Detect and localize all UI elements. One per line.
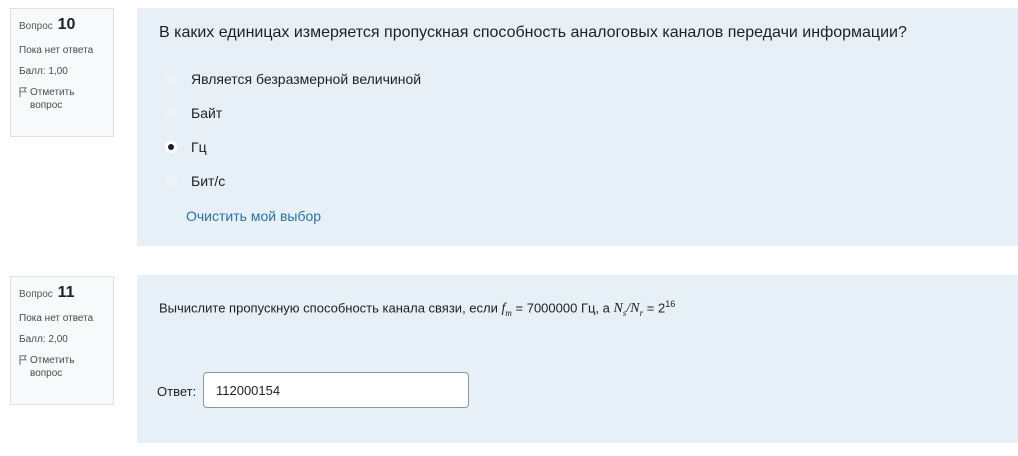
question-number: 10 <box>57 16 76 33</box>
radio-button[interactable] <box>165 175 177 187</box>
n2-symbol: N <box>630 301 640 317</box>
question-status: Пока нет ответа <box>19 312 94 324</box>
answer-option[interactable]: Бит/с <box>165 173 225 189</box>
formula-f: fm <box>502 301 512 319</box>
question-text: В каких единицах измеряется пропускная с… <box>159 24 907 41</box>
question-score: Балл: 2,00 <box>19 333 68 345</box>
option-label: Гц <box>191 139 207 155</box>
question-label: Вопрос <box>19 289 53 300</box>
flag-icon <box>19 355 27 365</box>
option-label: Бит/с <box>191 173 226 189</box>
radio-button[interactable] <box>165 107 177 119</box>
question-content-10: В каких единицах измеряется пропускная с… <box>137 8 1018 246</box>
question-status: Пока нет ответа <box>19 44 94 56</box>
flag-question-link[interactable]: Отметить вопрос <box>19 354 105 380</box>
flag-icon <box>19 87 27 97</box>
flag-question-label: Отметить вопрос <box>30 354 75 379</box>
answer-option[interactable]: Гц <box>165 139 207 155</box>
question-number: 11 <box>57 284 75 301</box>
question-info-10: Вопрос 10 Пока нет ответа Балл: 1,00 Отм… <box>10 8 114 137</box>
formula-ratio: Ns/Nr <box>613 301 644 319</box>
question-content-11: Вычислите пропускную способность канала … <box>137 275 1018 443</box>
option-label: Является безразмерной величиной <box>191 71 422 87</box>
flag-question-label: Отметить вопрос <box>30 86 75 111</box>
question-score: Балл: 1,00 <box>19 65 68 77</box>
answer-input[interactable] <box>203 372 469 408</box>
question-text-prefix: Вычислите пропускную способность канала … <box>159 300 498 316</box>
question-number-line: Вопрос 10 <box>19 15 105 36</box>
radio-dot-icon <box>168 144 174 150</box>
n2-subscript: r <box>639 308 644 319</box>
question-text: Вычислите пропускную способность канала … <box>159 299 675 318</box>
n1-symbol: N <box>613 301 623 317</box>
answer-option[interactable]: Байт <box>165 105 222 121</box>
question-info-11: Вопрос 11 Пока нет ответа Балл: 2,00 Отм… <box>10 276 114 405</box>
formula-value-2: = 2 <box>646 300 666 316</box>
formula-exponent: 16 <box>665 299 676 309</box>
clear-choice-link[interactable]: Очистить мой выбор <box>186 208 321 224</box>
question-label: Вопрос <box>19 21 53 32</box>
flag-question-link[interactable]: Отметить вопрос <box>19 86 105 112</box>
answer-label: Ответ: <box>157 384 197 399</box>
option-label: Байт <box>191 105 223 121</box>
answer-option[interactable]: Является безразмерной величиной <box>165 71 421 87</box>
f-subscript: m <box>505 308 512 319</box>
radio-button[interactable] <box>165 73 177 85</box>
radio-button-selected[interactable] <box>165 141 177 153</box>
formula-value-1: = 7000000 Гц, а <box>515 300 610 316</box>
question-number-line: Вопрос 11 <box>19 283 105 304</box>
